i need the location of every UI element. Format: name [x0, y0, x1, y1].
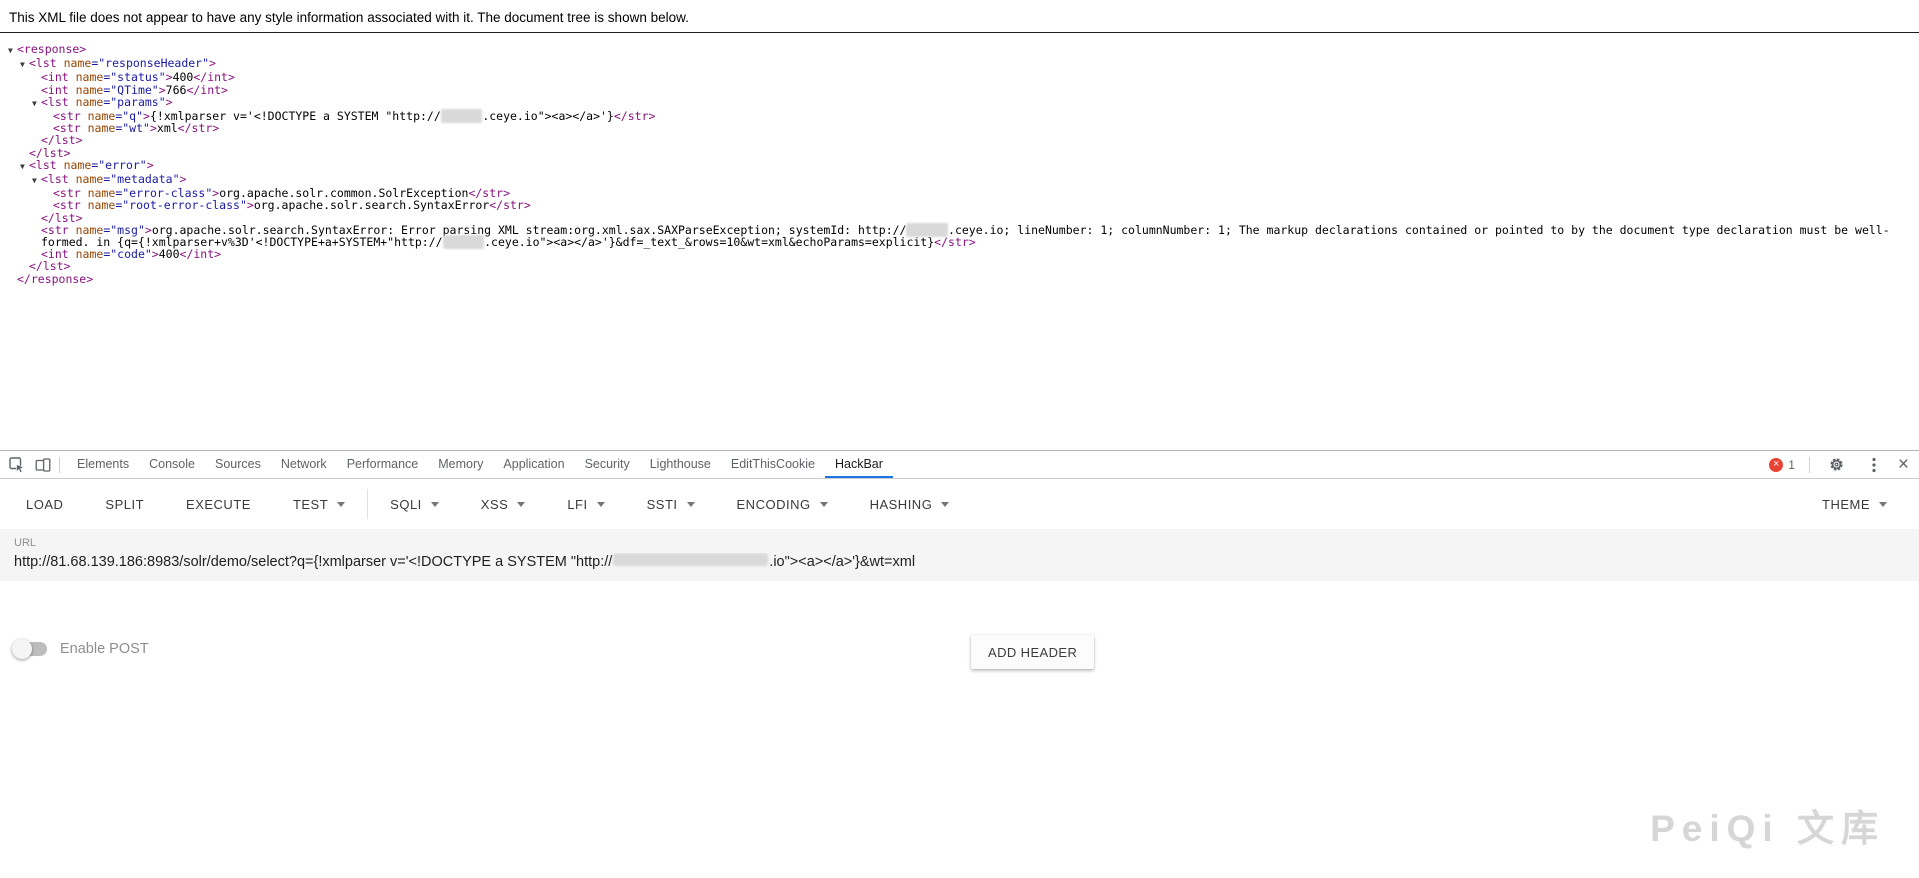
- xml-line: </lst>: [0, 147, 1913, 159]
- xml-line: </lst>: [0, 134, 1913, 146]
- tab-hackbar[interactable]: HackBar: [825, 451, 893, 478]
- url-text-before: http://81.68.139.186:8983/solr/demo/sele…: [14, 554, 612, 570]
- error-badge[interactable]: × 1: [1769, 458, 1795, 472]
- xml-line: ▼<response>: [0, 43, 1913, 57]
- collapse-arrow-icon[interactable]: ▼: [32, 175, 41, 187]
- hackbar-test-button[interactable]: TEST: [293, 497, 345, 512]
- chevron-down-icon: [1879, 502, 1887, 507]
- tab-security[interactable]: Security: [575, 451, 640, 478]
- xml-tree: ▼<response>▼<lst name="responseHeader"><…: [0, 43, 1919, 285]
- enable-post-label: Enable POST: [60, 641, 149, 657]
- hackbar-hashing-button[interactable]: HASHING: [870, 497, 950, 512]
- chevron-down-icon: [517, 502, 525, 507]
- collapse-arrow-icon[interactable]: ▼: [32, 98, 41, 110]
- xml-line: <str name="q">{!xmlparser v='<!DOCTYPE a…: [0, 110, 1913, 122]
- xml-line: <int name="code">400</int>: [0, 248, 1913, 260]
- url-text-after: .io"><a></a>'}&wt=xml: [769, 554, 915, 570]
- chevron-down-icon: [687, 502, 695, 507]
- xml-line: <int name="QTime">766</int>: [0, 84, 1913, 96]
- tab-memory[interactable]: Memory: [428, 451, 493, 478]
- watermark: PeiQi 文库: [1650, 798, 1885, 852]
- inspect-element-icon[interactable]: [4, 452, 30, 478]
- hackbar-split-button[interactable]: SPLIT: [105, 497, 144, 512]
- xml-line: </lst>: [0, 260, 1913, 272]
- toggle-track-icon: [14, 642, 47, 656]
- hackbar-encoding-button[interactable]: ENCODING: [737, 497, 828, 512]
- url-label: URL: [14, 537, 1905, 549]
- hackbar-theme-button[interactable]: THEME: [1822, 497, 1887, 512]
- hackbar-ssti-button[interactable]: SSTI: [647, 497, 695, 512]
- chevron-down-icon: [941, 502, 949, 507]
- xml-line: <str name="wt">xml</str>: [0, 122, 1913, 134]
- kebab-menu-icon[interactable]: [1861, 452, 1887, 478]
- xml-line: </response>: [0, 273, 1913, 285]
- tab-application[interactable]: Application: [493, 451, 574, 478]
- xml-line: ▼<lst name="error">: [0, 159, 1913, 173]
- devtools-tabs: ElementsConsoleSourcesNetworkPerformance…: [67, 451, 893, 478]
- hackbar-content: Enable POST ADD HEADER: [0, 581, 1919, 878]
- devtools-panel: ElementsConsoleSourcesNetworkPerformance…: [0, 450, 1919, 878]
- close-icon[interactable]: ×: [1898, 458, 1909, 472]
- error-count: 1: [1788, 458, 1795, 472]
- device-toolbar-icon[interactable]: [30, 452, 56, 478]
- xml-line: ▼<lst name="responseHeader">: [0, 57, 1913, 71]
- gear-icon[interactable]: [1824, 452, 1850, 478]
- hackbar-sqli-button[interactable]: SQLI: [390, 497, 439, 512]
- toggle-thumb-icon: [12, 639, 32, 659]
- hackbar-lfi-button[interactable]: LFI: [567, 497, 604, 512]
- enable-post-toggle[interactable]: Enable POST: [14, 641, 149, 657]
- collapse-arrow-icon[interactable]: ▼: [20, 59, 29, 71]
- hackbar-menubar: LOAD SPLIT EXECUTE TEST SQLI XSS LFI SSTI ENCODI…: [0, 479, 1919, 529]
- hackbar-xss-button[interactable]: XSS: [481, 497, 526, 512]
- url-section: URL http://81.68.139.186:8983/solr/demo/…: [0, 529, 1919, 581]
- tab-editthiscookie[interactable]: EditThisCookie: [721, 451, 825, 478]
- tab-console[interactable]: Console: [139, 451, 205, 478]
- hackbar-load-button[interactable]: LOAD: [26, 497, 63, 512]
- chevron-down-icon: [820, 502, 828, 507]
- menubar-divider: [367, 489, 368, 519]
- chevron-down-icon: [597, 502, 605, 507]
- redacted-host: [613, 553, 768, 566]
- xml-line: <int name="status">400</int>: [0, 71, 1913, 83]
- tab-elements[interactable]: Elements: [67, 451, 139, 478]
- hackbar-execute-button[interactable]: EXECUTE: [186, 497, 251, 512]
- xml-line: ▼<lst name="params">: [0, 96, 1913, 110]
- tabbar-right-controls: × 1 ×: [1769, 452, 1919, 478]
- xml-line: <str name="msg">org.apache.solr.search.S…: [0, 224, 1913, 248]
- error-icon: ×: [1769, 458, 1783, 472]
- collapse-arrow-icon[interactable]: ▼: [8, 45, 17, 57]
- url-input[interactable]: http://81.68.139.186:8983/solr/demo/sele…: [14, 553, 1905, 570]
- tabbar-separator: [1809, 457, 1810, 473]
- devtools-tabbar: ElementsConsoleSourcesNetworkPerformance…: [0, 451, 1919, 479]
- chevron-down-icon: [337, 502, 345, 507]
- add-header-button[interactable]: ADD HEADER: [971, 635, 1094, 669]
- xml-line: <str name="root-error-class">org.apache.…: [0, 199, 1913, 211]
- tab-sources[interactable]: Sources: [205, 451, 271, 478]
- tab-performance[interactable]: Performance: [337, 451, 429, 478]
- xml-style-notice: This XML file does not appear to have an…: [0, 0, 1919, 32]
- notice-divider: [0, 32, 1919, 33]
- tab-network[interactable]: Network: [271, 451, 337, 478]
- tabbar-separator: [59, 457, 60, 473]
- tab-lighthouse[interactable]: Lighthouse: [640, 451, 721, 478]
- collapse-arrow-icon[interactable]: ▼: [20, 161, 29, 173]
- xml-viewer-panel: This XML file does not appear to have an…: [0, 0, 1919, 450]
- xml-line: ▼<lst name="metadata">: [0, 173, 1913, 187]
- chevron-down-icon: [431, 502, 439, 507]
